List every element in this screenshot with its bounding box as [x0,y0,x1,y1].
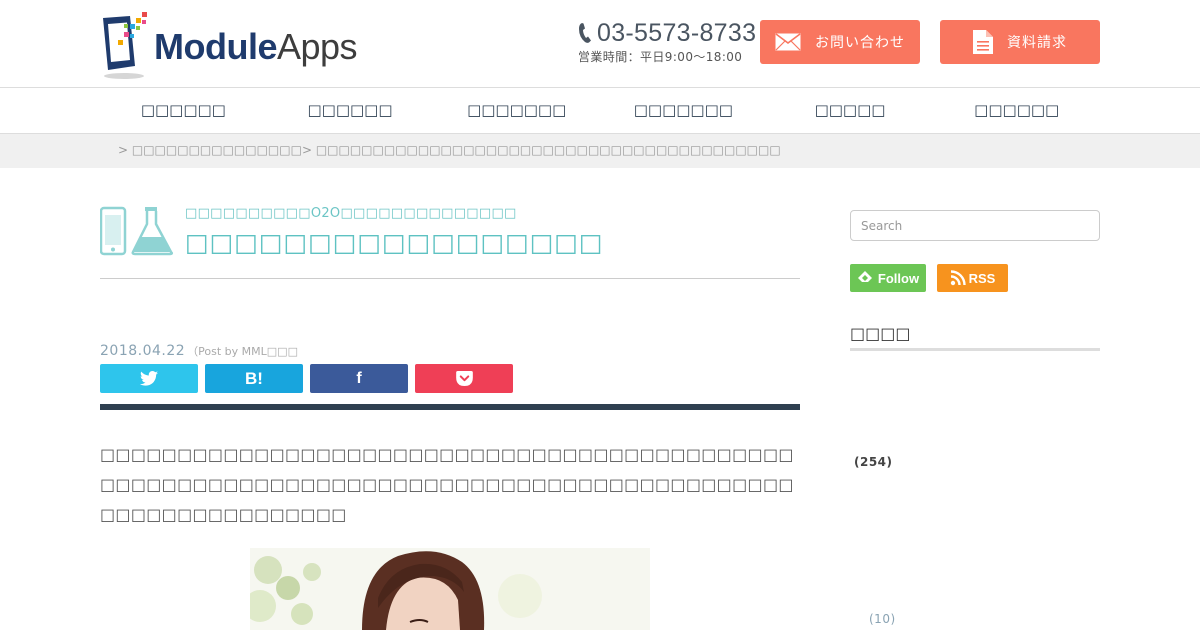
twitter-share-button[interactable] [100,364,198,393]
business-hours: 営業時間：平日9:00〜18:00 [578,50,743,64]
breadcrumb-separator: > [301,143,316,157]
pocket-icon [455,371,473,386]
main-content: □□□□□□□□□□O2O□□□□□□□□□□□□□□ □□□□□□□□□□□□… [100,168,800,630]
article-divider [100,404,800,410]
site-logo[interactable]: ModuleApps [100,10,370,82]
feedly-icon [857,271,872,282]
request-docs-button[interactable]: 資料請求 [940,20,1100,64]
contact-button[interactable]: お問い合わせ [760,20,920,64]
search-input[interactable] [850,210,1100,241]
breadcrumb-separator: > [118,143,132,157]
logo-mark-icon [103,12,147,79]
category-icon [100,206,174,256]
category-title: □□□□□□□□□□□□□□□□□ [185,228,604,257]
sidebar-heading: □□□□ [850,324,911,343]
nav-item-3[interactable]: □□□□□□□ [433,89,600,133]
nav-item-6[interactable]: □□□□□□ [933,89,1100,133]
hatena-share-button[interactable]: B! [205,364,303,393]
rss-label: RSS [968,270,996,286]
phone-number[interactable]: 03-5573-8733 [597,20,756,46]
rss-button[interactable]: RSS [937,264,1008,292]
breadcrumb-current: □□□□□□□□□□□□□□□□□□□□□□□□□□□□□□□□□□□□□□□□… [315,143,781,157]
pocket-share-button[interactable] [415,364,513,393]
smartphone-icon [100,206,127,256]
logo-wordmark: ModuleApps [154,26,358,67]
mail-icon [775,33,801,51]
rss-icon [950,270,966,286]
post-author: （Post by MML□□□ [187,345,298,358]
follow-label: Follow [877,270,920,286]
request-docs-label: 資料請求 [1007,35,1067,51]
document-icon [973,30,993,54]
article-photo [250,548,650,630]
site-header: ModuleApps 03-5573-8733 営業時間：平日9:00〜18:0… [0,0,1200,88]
facebook-label: f [356,369,362,387]
hatena-label: B! [245,368,263,388]
phone-icon [579,23,591,43]
category-count: (10) [869,612,896,626]
article-body: □□□□□□□□□□□□□□□□□□□□□□□□□□□□□□□□□□□□□□□□… [100,445,794,524]
flask-icon [131,207,174,256]
phone-contact: 03-5573-8733 営業時間：平日9:00〜18:00 [578,20,756,65]
breadcrumb-link[interactable]: □□□□□□□□□□□□□□□ [132,143,302,157]
nav-item-1[interactable]: □□□□□□ [100,89,267,133]
breadcrumb: > □□□□□□□□□□□□□□□> □□□□□□□□□□□□□□□□□□□□□… [118,143,781,157]
contact-button-label: お問い合わせ [815,35,905,51]
share-buttons: B! f [100,364,513,393]
post-meta: 2018.04.22 （Post by MML□□□ [100,343,298,359]
category-subtitle: □□□□□□□□□□O2O□□□□□□□□□□□□□□ [185,206,517,221]
twitter-icon [140,371,158,386]
woman-photo-illustration [250,548,650,630]
nav-item-4[interactable]: □□□□□□□ [600,89,767,133]
nav-item-5[interactable]: □□□□□ [767,89,934,133]
nav-item-2[interactable]: □□□□□□ [267,89,434,133]
breadcrumb-bar: > □□□□□□□□□□□□□□□> □□□□□□□□□□□□□□□□□□□□□… [0,133,1200,168]
global-nav: □□□□□□ □□□□□□ □□□□□□□ □□□□□□□ □□□□□ □□□□… [100,89,1100,133]
sidebar: Follow RSS □□□□ (254) (10) [850,168,1100,630]
post-date: 2018.04.22 [100,343,186,359]
sidebar-divider [850,348,1100,351]
facebook-share-button[interactable]: f [310,364,408,393]
feedly-follow-button[interactable]: Follow [850,264,926,292]
category-count: (254) [854,455,893,469]
divider [100,278,800,279]
